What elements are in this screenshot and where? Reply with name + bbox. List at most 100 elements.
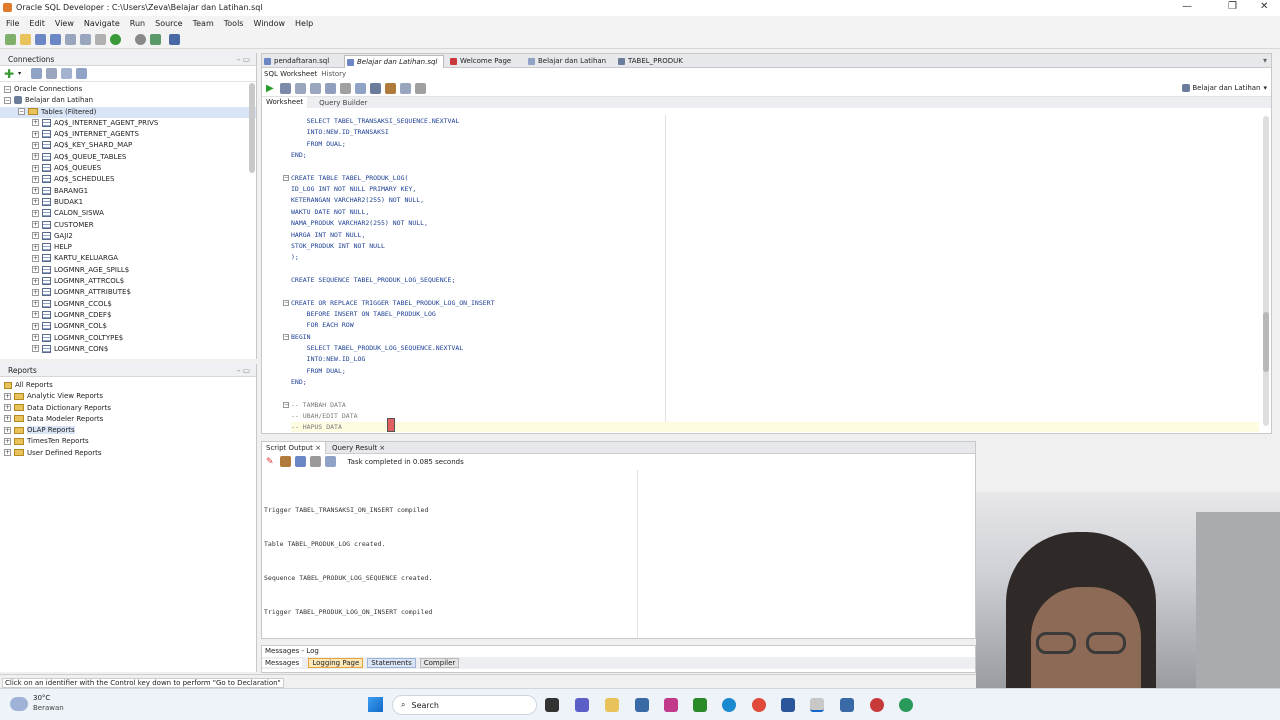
report-item[interactable]: + Data Dictionary Reports bbox=[0, 403, 256, 414]
expand-icon[interactable]: + bbox=[32, 300, 39, 308]
tree-table-item[interactable]: + LOGMNR_CON$ bbox=[0, 344, 256, 355]
explain-plan-icon[interactable] bbox=[324, 82, 336, 94]
menu-run[interactable]: Run bbox=[130, 19, 145, 28]
tree-table-item[interactable]: + AQ$_INTERNET_AGENT_PRIVS bbox=[0, 118, 256, 129]
edge-icon[interactable] bbox=[722, 698, 736, 712]
tree-table-item[interactable]: + BUDAK1 bbox=[0, 197, 256, 208]
expand-icon[interactable]: + bbox=[32, 153, 39, 161]
subtab-history[interactable]: History bbox=[321, 70, 346, 78]
tab-statements[interactable]: Statements bbox=[367, 658, 416, 668]
run-statement-icon[interactable]: ▶ bbox=[266, 83, 274, 94]
commit-icon[interactable] bbox=[294, 82, 306, 94]
editor-scrollbar[interactable] bbox=[1263, 116, 1269, 426]
tab-welcome-page[interactable]: Welcome Page bbox=[448, 55, 524, 68]
run-icon[interactable] bbox=[110, 34, 121, 45]
run-script-icon[interactable] bbox=[279, 82, 291, 94]
eraser-icon[interactable] bbox=[279, 456, 291, 467]
tree-table-item[interactable]: + LOGMNR_COLTYPE$ bbox=[0, 333, 256, 344]
expand-icon[interactable]: + bbox=[4, 437, 11, 445]
find-icon[interactable] bbox=[414, 82, 426, 94]
sql-developer-icon[interactable] bbox=[810, 698, 824, 712]
editor-scrollbar-thumb[interactable] bbox=[1263, 312, 1269, 372]
schema-browser-icon[interactable] bbox=[61, 68, 73, 79]
format-icon[interactable] bbox=[369, 82, 381, 94]
expand-icon[interactable]: + bbox=[32, 345, 39, 353]
expand-icon[interactable]: + bbox=[4, 415, 11, 423]
tree-table-item[interactable]: + GAJI2 bbox=[0, 231, 256, 242]
expand-icon[interactable]: + bbox=[32, 209, 39, 217]
chevron-down-icon[interactable]: ▾ bbox=[18, 70, 21, 77]
tree-table-item[interactable]: + AQ$_QUEUES bbox=[0, 163, 256, 174]
tree-table-item[interactable]: + LOGMNR_COL$ bbox=[0, 321, 256, 332]
tree-tables-node[interactable]: − Tables (Filtered) bbox=[0, 106, 256, 118]
expand-icon[interactable]: + bbox=[32, 130, 39, 138]
report-item[interactable]: + Analytic View Reports bbox=[0, 391, 256, 402]
rollback-icon[interactable] bbox=[309, 82, 321, 94]
expand-icon[interactable]: + bbox=[32, 175, 39, 183]
print-icon[interactable] bbox=[309, 456, 321, 467]
tree-table-item[interactable]: + AQ$_KEY_SHARD_MAP bbox=[0, 140, 256, 151]
tab-script-output[interactable]: Script Output × bbox=[262, 441, 326, 454]
back-icon[interactable] bbox=[135, 34, 146, 45]
report-item[interactable]: + OLAP Reports bbox=[0, 425, 256, 436]
menu-navigate[interactable]: Navigate bbox=[84, 19, 120, 28]
new-icon[interactable] bbox=[5, 34, 16, 45]
collapse-all-icon[interactable] bbox=[76, 68, 88, 79]
tab-pendaftaran[interactable]: pendaftaran.sql bbox=[262, 55, 344, 68]
expand-icon[interactable]: + bbox=[32, 164, 39, 172]
open-icon[interactable] bbox=[20, 34, 31, 45]
tree-table-item[interactable]: + LOGMNR_AGE_SPILL$ bbox=[0, 265, 256, 276]
expand-icon[interactable]: + bbox=[4, 392, 11, 400]
debug-icon[interactable] bbox=[150, 34, 161, 45]
tree-table-item[interactable]: + LOGMNR_CCOL$ bbox=[0, 299, 256, 310]
expand-icon[interactable]: + bbox=[32, 266, 39, 274]
panel-minimize-icon[interactable]: – ▭ bbox=[237, 364, 250, 377]
sql-tuning-icon[interactable] bbox=[354, 82, 366, 94]
windows-start-icon[interactable] bbox=[368, 697, 383, 712]
xbox-icon[interactable] bbox=[693, 698, 707, 712]
undo-icon[interactable] bbox=[65, 34, 76, 45]
store-icon[interactable] bbox=[635, 698, 649, 712]
tab-tabel-produk[interactable]: TABEL_PRODUK bbox=[616, 55, 696, 68]
tab-list-icon[interactable]: ▾ bbox=[1263, 56, 1267, 65]
code-editor[interactable]: SELECT TABEL_TRANSAKSI_SEQUENCE.NEXTVAL … bbox=[262, 115, 1262, 432]
notepad-icon[interactable] bbox=[840, 698, 854, 712]
tab-messages[interactable]: Messages bbox=[262, 659, 303, 667]
expand-icon[interactable]: + bbox=[32, 288, 39, 296]
report-item[interactable]: All Reports bbox=[0, 380, 256, 391]
menu-view[interactable]: View bbox=[55, 19, 74, 28]
refresh-icon[interactable] bbox=[31, 68, 43, 79]
tree-table-item[interactable]: + HELP bbox=[0, 242, 256, 253]
tab-query-result[interactable]: Query Result × bbox=[326, 444, 391, 452]
expand-icon[interactable]: + bbox=[32, 322, 39, 330]
menu-tools[interactable]: Tools bbox=[224, 19, 244, 28]
menu-source[interactable]: Source bbox=[155, 19, 182, 28]
tab-belajar-connection[interactable]: Belajar dan Latihan bbox=[526, 55, 616, 68]
expand-icon[interactable]: + bbox=[4, 449, 11, 457]
expand-icon[interactable]: + bbox=[32, 187, 39, 195]
task-view-icon[interactable] bbox=[545, 698, 559, 712]
fold-marker-icon[interactable]: − bbox=[283, 333, 289, 340]
subtab-sql-worksheet[interactable]: SQL Worksheet bbox=[264, 70, 317, 78]
expand-icon[interactable]: + bbox=[32, 254, 39, 262]
expand-icon[interactable]: + bbox=[32, 141, 39, 149]
expand-icon[interactable]: + bbox=[32, 334, 39, 342]
word-icon[interactable] bbox=[781, 698, 795, 712]
close-icon[interactable]: ✕ bbox=[1260, 1, 1268, 12]
tree-table-item[interactable]: + LOGMNR_ATTRIBUTE$ bbox=[0, 287, 256, 298]
sql-worksheet-icon[interactable] bbox=[169, 34, 180, 45]
tab-logging-page[interactable]: Logging Page bbox=[308, 658, 364, 668]
expand-icon[interactable]: + bbox=[32, 277, 39, 285]
filter-icon[interactable] bbox=[46, 68, 58, 79]
save-all-icon[interactable] bbox=[50, 34, 61, 45]
expand-icon[interactable]: + bbox=[32, 221, 39, 229]
tree-table-item[interactable]: + AQ$_SCHEDULES bbox=[0, 174, 256, 185]
menu-team[interactable]: Team bbox=[193, 19, 214, 28]
menu-edit[interactable]: Edit bbox=[29, 19, 45, 28]
taskbar-search[interactable]: ⌕ Search bbox=[392, 695, 537, 715]
chat-icon[interactable] bbox=[575, 698, 589, 712]
redo-icon[interactable] bbox=[80, 34, 91, 45]
tab-compiler[interactable]: Compiler bbox=[419, 658, 460, 668]
tab-belajar-sql[interactable]: Belajar dan Latihan.sql bbox=[344, 55, 444, 68]
minimize-icon[interactable]: — bbox=[1182, 1, 1192, 12]
